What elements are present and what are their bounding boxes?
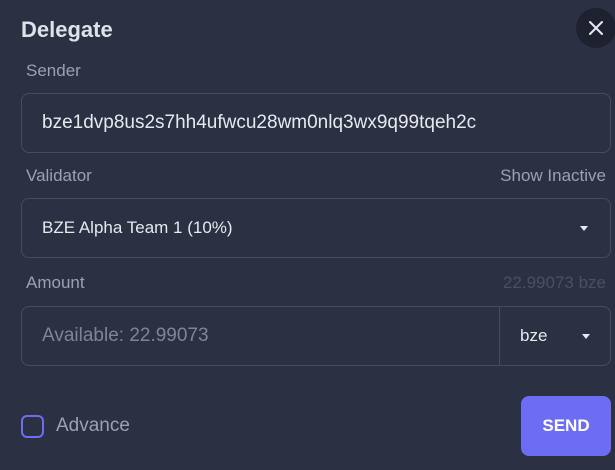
advance-label: Advance — [56, 415, 130, 436]
page-title: Delegate — [21, 17, 113, 42]
send-button-label: SEND — [542, 416, 590, 435]
chevron-down-icon — [582, 334, 590, 339]
sender-value: bze1dvp8us2s7hh4ufwcu28wm0nlq3wx9q99tqeh… — [42, 112, 477, 133]
denom-selected-value: bze — [520, 326, 548, 345]
validator-select[interactable]: BZE Alpha Team 1 (10%) — [21, 198, 611, 258]
sender-label: Sender — [26, 61, 81, 80]
available-balance: 22.99073 bze — [502, 273, 606, 292]
validator-label: Validator — [26, 166, 92, 185]
chevron-down-icon — [580, 226, 588, 231]
amount-label: Amount — [26, 273, 85, 292]
amount-input[interactable] — [22, 307, 498, 365]
show-inactive-toggle[interactable]: Show Inactive — [500, 166, 606, 186]
close-button[interactable] — [576, 8, 615, 48]
close-icon — [589, 21, 603, 35]
validator-selected-value: BZE Alpha Team 1 (10%) — [42, 218, 233, 237]
denom-select[interactable]: bze — [499, 307, 610, 365]
advance-checkbox[interactable] — [21, 415, 44, 438]
send-button[interactable]: SEND — [521, 396, 611, 456]
sender-field[interactable]: bze1dvp8us2s7hh4ufwcu28wm0nlq3wx9q99tqeh… — [21, 93, 611, 153]
amount-field: bze — [21, 306, 611, 366]
